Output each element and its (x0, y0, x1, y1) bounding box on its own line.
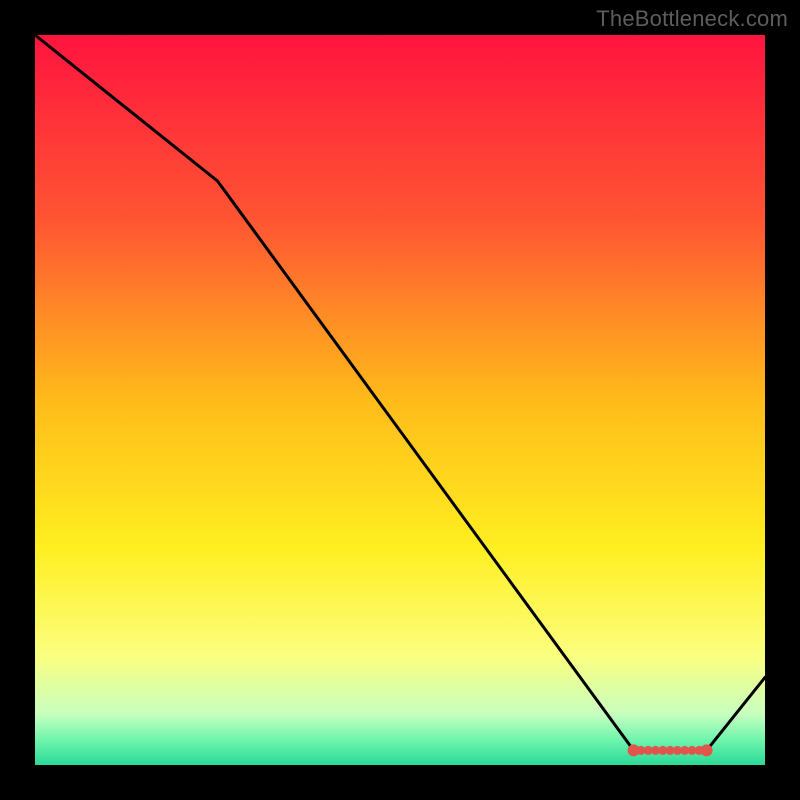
chart-frame: TheBottleneck.com (0, 0, 800, 800)
gradient-background (35, 35, 765, 765)
plot-area (35, 35, 765, 765)
marker-point (701, 744, 713, 756)
bottleneck-chart (35, 35, 765, 765)
watermark-text: TheBottleneck.com (596, 6, 788, 32)
optimal-markers (628, 744, 713, 756)
